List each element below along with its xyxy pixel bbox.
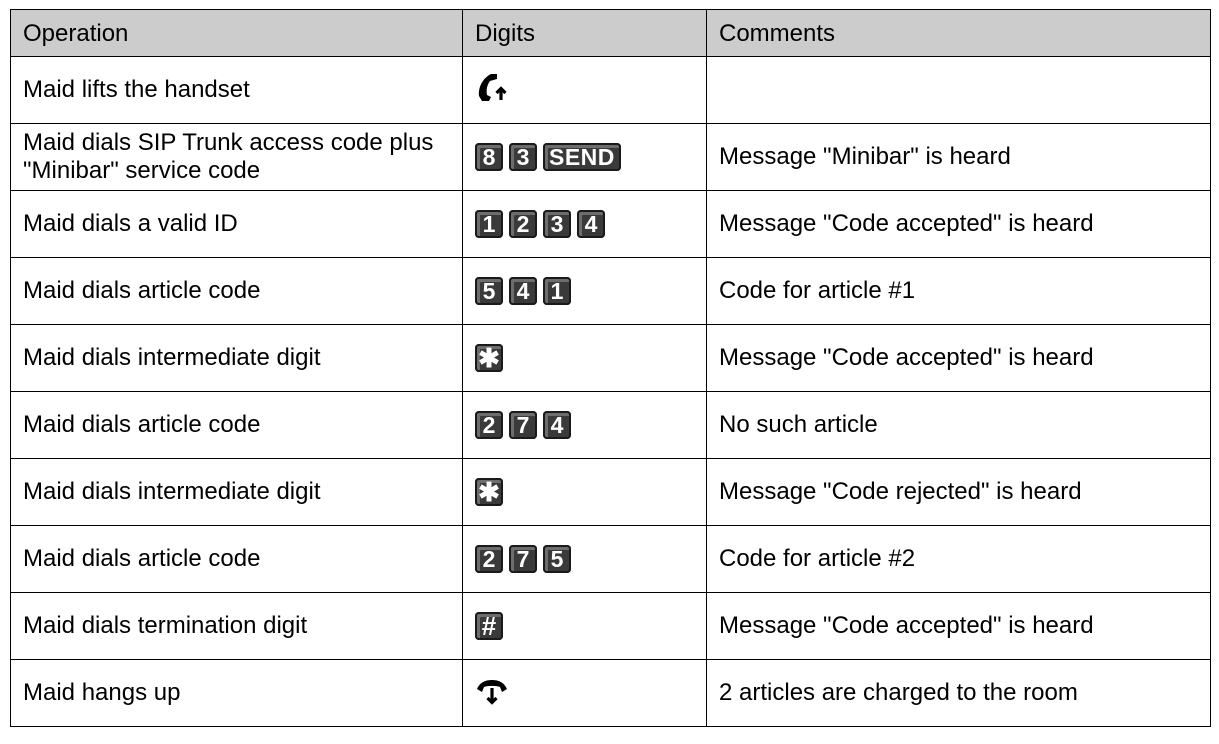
digits-cell: #: [462, 592, 707, 660]
digits-cell: 2 7 5: [462, 525, 707, 593]
key-3: 3: [509, 143, 537, 171]
operation-cell: Maid dials intermediate digit: [10, 458, 463, 526]
key-7: 7: [509, 411, 537, 439]
digits-cell: ✱: [462, 324, 707, 392]
key-star: ✱: [475, 344, 503, 372]
table-row: Maid dials article code 2 7 4 No such ar…: [10, 391, 1211, 459]
table-row: Maid dials a valid ID 1 2 3 4 Message "C…: [10, 190, 1211, 258]
digits-cell: 1 2 3 4: [462, 190, 707, 258]
key-5: 5: [475, 277, 503, 305]
handset-hangup-icon: [477, 679, 507, 705]
key-3: 3: [543, 210, 571, 238]
comment-cell: Message "Code accepted" is heard: [706, 190, 1211, 258]
table-row: Maid dials SIP Trunk access code plus "M…: [10, 123, 1211, 191]
table-row: Maid lifts the handset: [10, 56, 1211, 124]
digits-cell: 2 7 4: [462, 391, 707, 459]
key-5: 5: [543, 545, 571, 573]
comment-cell: Message "Code rejected" is heard: [706, 458, 1211, 526]
key-sequence: 8 3 SEND: [475, 143, 694, 171]
key-2: 2: [475, 545, 503, 573]
header-row: Operation Digits Comments: [10, 9, 1211, 57]
key-sequence: 2 7 5: [475, 545, 694, 573]
digits-cell: 5 4 1: [462, 257, 707, 325]
comment-cell: Message "Minibar" is heard: [706, 123, 1211, 191]
key-1: 1: [543, 277, 571, 305]
key-sequence: 5 4 1: [475, 277, 694, 305]
key-4: 4: [577, 210, 605, 238]
comment-cell: Code for article #1: [706, 257, 1211, 325]
key-sequence: #: [475, 612, 694, 640]
table-row: Maid dials article code 2 7 5 Code for a…: [10, 525, 1211, 593]
key-1: 1: [475, 210, 503, 238]
header-digits: Digits: [462, 9, 707, 57]
key-2: 2: [509, 210, 537, 238]
operation-cell: Maid hangs up: [10, 659, 463, 727]
table-row: Maid dials termination digit # Message "…: [10, 592, 1211, 660]
operation-cell: Maid dials article code: [10, 525, 463, 593]
operation-cell: Maid lifts the handset: [10, 56, 463, 124]
comment-cell: Message "Code accepted" is heard: [706, 324, 1211, 392]
digits-cell: ✱: [462, 458, 707, 526]
key-sequence: ✱: [475, 344, 694, 372]
operation-cell: Maid dials article code: [10, 391, 463, 459]
operation-cell: Maid dials termination digit: [10, 592, 463, 660]
digits-cell: [462, 659, 707, 727]
table-row: Maid hangs up 2 articles are charged to …: [10, 659, 1211, 727]
key-hash: #: [475, 612, 503, 640]
table-row: Maid dials intermediate digit ✱ Message …: [10, 324, 1211, 392]
key-4: 4: [543, 411, 571, 439]
comment-cell: Code for article #2: [706, 525, 1211, 593]
key-sequence: ✱: [475, 478, 694, 506]
table-row: Maid dials intermediate digit ✱ Message …: [10, 458, 1211, 526]
comment-cell: 2 articles are charged to the room: [706, 659, 1211, 727]
operations-table: Operation Digits Comments Maid lifts the…: [10, 9, 1211, 727]
operation-cell: Maid dials a valid ID: [10, 190, 463, 258]
key-star: ✱: [475, 478, 503, 506]
key-4: 4: [509, 277, 537, 305]
comment-cell: Message "Code accepted" is heard: [706, 592, 1211, 660]
key-8: 8: [475, 143, 503, 171]
digits-cell: 8 3 SEND: [462, 123, 707, 191]
table-row: Maid dials article code 5 4 1 Code for a…: [10, 257, 1211, 325]
handset-lift-icon: [478, 73, 507, 101]
key-sequence: 2 7 4: [475, 411, 694, 439]
operation-cell: Maid dials intermediate digit: [10, 324, 463, 392]
key-2: 2: [475, 411, 503, 439]
table-body: Maid lifts the handset Maid dials SIP Tr…: [10, 56, 1211, 727]
header-operation: Operation: [10, 9, 463, 57]
digits-cell: [462, 56, 707, 124]
comment-cell: [706, 56, 1211, 124]
table-header: Operation Digits Comments: [10, 9, 1211, 57]
comment-cell: No such article: [706, 391, 1211, 459]
operation-cell: Maid dials article code: [10, 257, 463, 325]
operation-cell: Maid dials SIP Trunk access code plus "M…: [10, 123, 463, 191]
key-send: SEND: [543, 143, 621, 171]
key-7: 7: [509, 545, 537, 573]
key-sequence: 1 2 3 4: [475, 210, 694, 238]
header-comments: Comments: [706, 9, 1211, 57]
